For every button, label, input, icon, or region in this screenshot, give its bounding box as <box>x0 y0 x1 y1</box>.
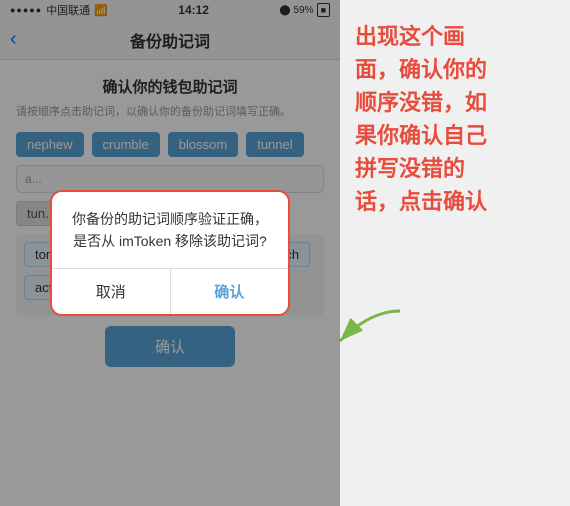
annotation-text: 出现这个画 面，确认你的 顺序没错，如 果你确认自己 拼写没错的 话，点击确认 <box>355 20 487 218</box>
dialog-message: 你备份的助记词顺序验证正确，是否从 imToken 移除该助记词? <box>52 192 288 269</box>
dialog-cancel-button[interactable]: 取消 <box>52 269 171 314</box>
dialog-confirm-button[interactable]: 确认 <box>171 269 289 314</box>
dialog-box: 你备份的助记词顺序验证正确，是否从 imToken 移除该助记词? 取消 确认 <box>50 190 290 317</box>
annotation-panel: 出现这个画 面，确认你的 顺序没错，如 果你确认自己 拼写没错的 话，点击确认 <box>340 0 570 506</box>
dialog-actions: 取消 确认 <box>52 268 288 314</box>
arrow-container <box>330 301 410 366</box>
phone-frame: ●●●●● 中国联通 📶 14:12 ⬤ 59% ■ ‹ 备份助记词 确认你的钱… <box>0 0 340 506</box>
dialog-overlay: 你备份的助记词顺序验证正确，是否从 imToken 移除该助记词? 取消 确认 <box>0 0 340 506</box>
arrow-icon <box>330 301 410 361</box>
